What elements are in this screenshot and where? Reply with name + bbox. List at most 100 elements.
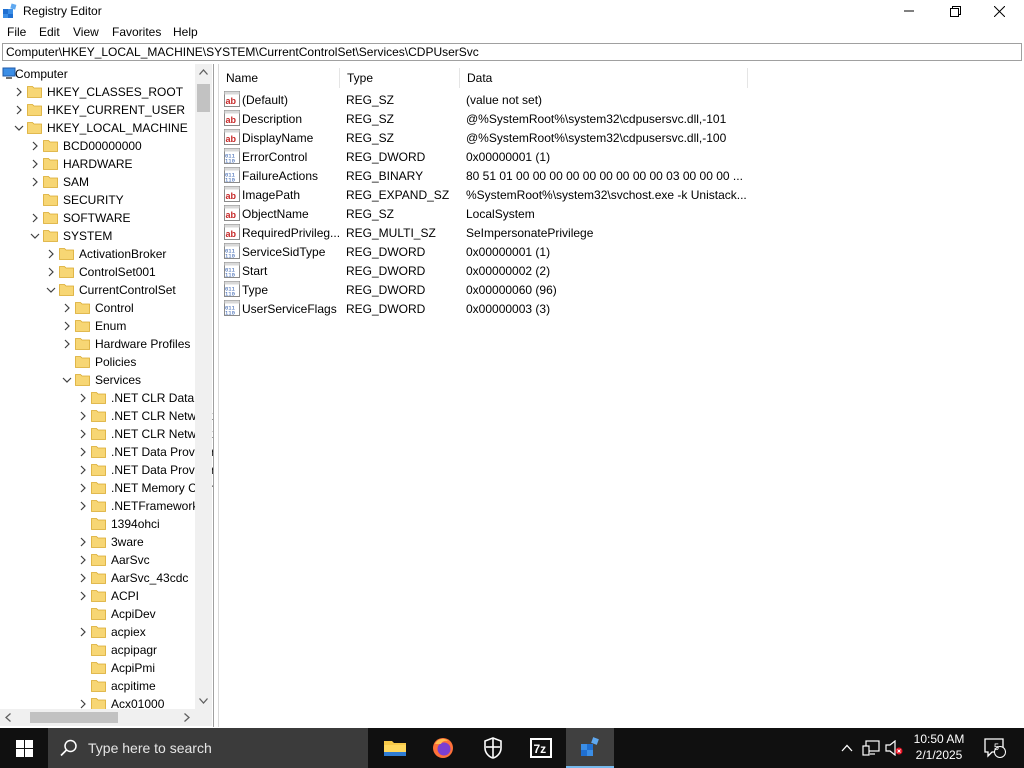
tree-node[interactable]: Control [0, 299, 200, 317]
taskbar-clock[interactable]: 10:50 AM 2/1/2025 [905, 731, 973, 763]
tree-vertical-scroll-thumb[interactable] [197, 84, 210, 112]
address-bar[interactable]: Computer\HKEY_LOCAL_MACHINE\SYSTEM\Curre… [2, 43, 1022, 61]
column-header-data[interactable]: Data [460, 68, 748, 88]
menu-view[interactable]: View [73, 25, 99, 39]
value-row[interactable]: ab Description REG_SZ @%SystemRoot%\system3… [219, 109, 1024, 128]
tree-node[interactable]: Policies [0, 353, 200, 371]
taskbar-file-explorer[interactable] [371, 728, 419, 768]
scroll-down-arrow-icon[interactable] [199, 698, 208, 704]
chevron-right-icon[interactable] [77, 425, 89, 443]
tree-node[interactable]: HARDWARE [0, 155, 200, 173]
network-tray-button[interactable] [859, 728, 883, 768]
column-header-name[interactable]: Name [219, 68, 340, 88]
tree-node[interactable]: CurrentControlSet [0, 281, 200, 299]
tree-node[interactable]: SOFTWARE [0, 209, 200, 227]
tree-node[interactable]: BCD00000000 [0, 137, 200, 155]
tree-node[interactable]: Computer [0, 65, 200, 83]
tree-node[interactable]: .NET CLR Networki [0, 407, 213, 425]
chevron-right-icon[interactable] [77, 479, 89, 497]
tree-node[interactable]: AarSvc_43cdc [0, 569, 200, 587]
taskbar-search-box[interactable]: Type here to search [48, 728, 368, 768]
chevron-right-icon[interactable] [77, 533, 89, 551]
tree-node[interactable]: HKEY_LOCAL_MACHINE [0, 119, 200, 137]
chevron-right-icon[interactable] [77, 389, 89, 407]
value-row[interactable]: 011 110 Start REG_DWORD 0x00000002 (2) [219, 261, 1024, 280]
action-center-button[interactable]: 5 [978, 728, 1012, 768]
maximize-button[interactable] [932, 0, 978, 22]
chevron-down-icon[interactable] [29, 227, 41, 245]
start-button[interactable] [0, 728, 48, 768]
chevron-right-icon[interactable] [29, 173, 41, 191]
value-row[interactable]: 011 110 ErrorControl REG_DWORD 0x00000001 (1… [219, 147, 1024, 166]
tree-node[interactable]: SAM [0, 173, 200, 191]
tree-node[interactable]: 1394ohci [0, 515, 200, 533]
value-row[interactable]: 011 110 FailureActions REG_BINARY 80 51 01 0… [219, 166, 1024, 185]
value-row[interactable]: 011 110 UserServiceFlags REG_DWORD 0x0000000… [219, 299, 1024, 318]
menu-favorites[interactable]: Favorites [112, 25, 161, 39]
tree-node[interactable]: .NETFramework [0, 497, 200, 515]
tree-node[interactable]: .NET Data Provider [0, 443, 213, 461]
chevron-right-icon[interactable] [61, 299, 73, 317]
tree-node[interactable]: SECURITY [0, 191, 200, 209]
show-hidden-icons-button[interactable] [836, 728, 858, 768]
chevron-right-icon[interactable] [77, 623, 89, 641]
chevron-right-icon[interactable] [29, 137, 41, 155]
value-row[interactable]: ab RequiredPrivileg... REG_MULTI_SZ SeImper… [219, 223, 1024, 242]
menu-file[interactable]: File [7, 25, 26, 39]
scroll-right-arrow-icon[interactable] [184, 713, 190, 722]
tree-vertical-scrollbar[interactable] [195, 64, 212, 709]
tree-node[interactable]: acpipagr [0, 641, 200, 659]
taskbar-windows-security[interactable] [469, 728, 517, 768]
taskbar-firefox[interactable] [419, 728, 467, 768]
tree-node[interactable]: acpitime [0, 677, 200, 695]
chevron-right-icon[interactable] [77, 587, 89, 605]
scroll-up-arrow-icon[interactable] [199, 69, 208, 75]
tree-node[interactable]: ActivationBroker [0, 245, 200, 263]
chevron-down-icon[interactable] [45, 281, 57, 299]
tree-node[interactable]: HKEY_CURRENT_USER [0, 101, 200, 119]
tree-node[interactable]: acpiex [0, 623, 200, 641]
menu-edit[interactable]: Edit [39, 25, 60, 39]
tree-node[interactable]: ACPI [0, 587, 200, 605]
chevron-right-icon[interactable] [77, 443, 89, 461]
tree-node[interactable]: .NET CLR Data [0, 389, 200, 407]
value-row[interactable]: ab ImagePath REG_EXPAND_SZ %SystemRoot%\sys… [219, 185, 1024, 204]
tree-node[interactable]: AcpiPmi [0, 659, 200, 677]
chevron-right-icon[interactable] [77, 407, 89, 425]
taskbar-7zip[interactable]: 7z [517, 728, 565, 768]
chevron-right-icon[interactable] [29, 209, 41, 227]
tree-horizontal-scroll-thumb[interactable] [30, 712, 118, 723]
value-row[interactable]: 011 110 Type REG_DWORD 0x00000060 (96) [219, 280, 1024, 299]
chevron-right-icon[interactable] [77, 461, 89, 479]
chevron-down-icon[interactable] [13, 119, 25, 137]
tree-node[interactable]: AarSvc [0, 551, 200, 569]
tree-node[interactable]: Services [0, 371, 200, 389]
tree-node[interactable]: Enum [0, 317, 200, 335]
tree-node[interactable]: 3ware [0, 533, 200, 551]
key-tree[interactable]: Computer HKEY_CLASSES_ROOT HKEY_CURRENT_US… [0, 64, 214, 727]
chevron-right-icon[interactable] [77, 497, 89, 515]
volume-tray-button[interactable] [883, 728, 905, 768]
chevron-right-icon[interactable] [77, 551, 89, 569]
minimize-button[interactable] [886, 0, 932, 22]
value-row[interactable]: ab ObjectName REG_SZ LocalSystem [219, 204, 1024, 223]
tree-node[interactable]: HKEY_CLASSES_ROOT [0, 83, 200, 101]
tree-node[interactable]: ControlSet001 [0, 263, 200, 281]
chevron-right-icon[interactable] [29, 155, 41, 173]
tree-node[interactable]: .NET CLR Networki [0, 425, 213, 443]
chevron-right-icon[interactable] [45, 245, 57, 263]
chevron-right-icon[interactable] [61, 335, 73, 353]
chevron-right-icon[interactable] [61, 317, 73, 335]
chevron-right-icon[interactable] [13, 83, 25, 101]
chevron-down-icon[interactable] [61, 371, 73, 389]
tree-node[interactable]: Hardware Profiles [0, 335, 200, 353]
chevron-right-icon[interactable] [13, 101, 25, 119]
menu-help[interactable]: Help [173, 25, 198, 39]
value-row[interactable]: 011 110 ServiceSidType REG_DWORD 0x00000001 … [219, 242, 1024, 261]
chevron-right-icon[interactable] [45, 263, 57, 281]
taskbar-registry-editor[interactable] [566, 728, 614, 768]
value-row[interactable]: ab (Default) REG_SZ (value not set) [219, 90, 1024, 109]
tree-node[interactable]: .NET Data Provider [0, 461, 213, 479]
column-header-type[interactable]: Type [340, 68, 460, 88]
scroll-left-arrow-icon[interactable] [5, 713, 11, 722]
